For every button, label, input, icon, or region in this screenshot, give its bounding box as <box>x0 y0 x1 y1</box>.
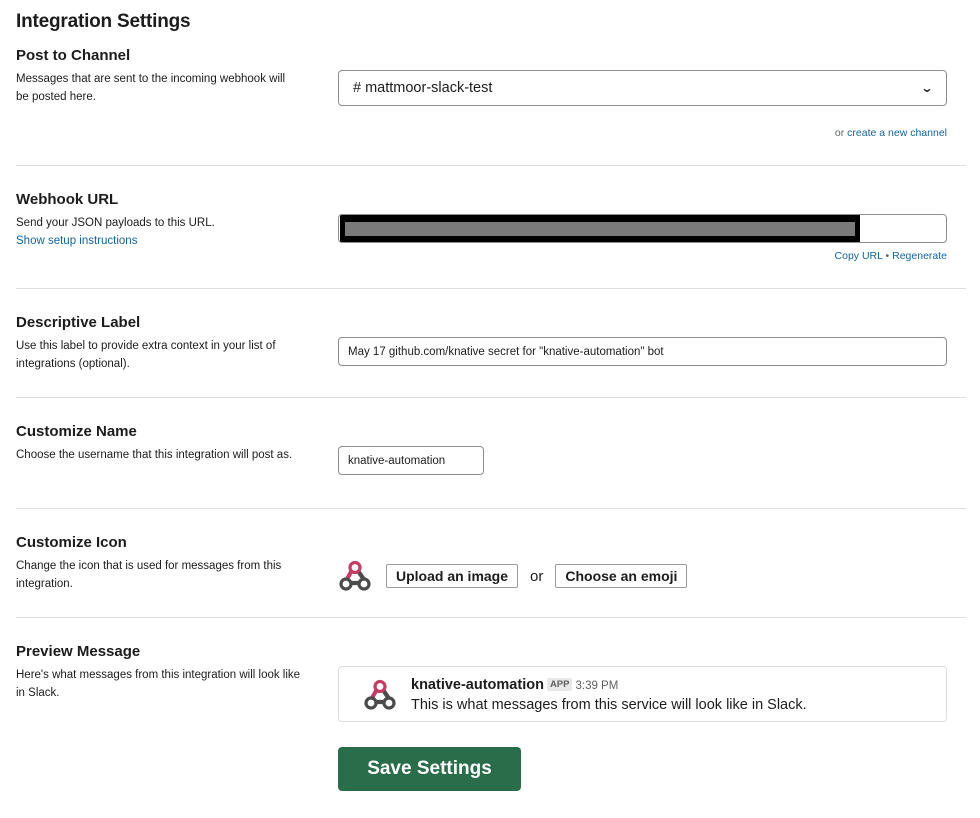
divider <box>16 508 966 509</box>
create-channel-line: or create a new channel <box>338 127 947 139</box>
page-title: Integration Settings <box>16 11 191 32</box>
webhook-url-field[interactable] <box>338 214 947 243</box>
webhook-icon <box>338 559 372 593</box>
webhook-icon <box>363 678 397 712</box>
preview-message-section: Preview Message Here's what messages fro… <box>16 643 966 733</box>
app-badge: APP <box>546 678 573 691</box>
descriptive-label-input[interactable]: May 17 github.com/knative secret for "kn… <box>338 337 947 366</box>
preview-message-label-col: Preview Message Here's what messages fro… <box>16 643 306 702</box>
post-to-channel-controls: # mattmoor-slack-test ⌄ or create a new … <box>338 70 947 139</box>
divider <box>16 165 966 166</box>
descriptive-label-controls: May 17 github.com/knative secret for "kn… <box>338 337 947 366</box>
post-to-channel-title: Post to Channel <box>16 47 131 64</box>
upload-image-button[interactable]: Upload an image <box>386 564 519 588</box>
customize-icon-controls: Upload an image or Choose an emoji <box>338 559 688 593</box>
save-settings-button[interactable]: Save Settings <box>338 747 521 791</box>
webhook-url-actions: Copy URL • Regenerate <box>338 250 947 262</box>
descriptive-label-description: Use this label to provide extra context … <box>16 340 276 370</box>
preview-message-controls: knative-automation APP 3:39 PM This is wha… <box>338 666 947 722</box>
create-channel-link[interactable]: create a new channel <box>847 127 947 139</box>
post-to-channel-label-col: Post to Channel Messages that are sent t… <box>16 47 306 106</box>
chevron-down-icon[interactable]: ⌄ <box>920 81 933 95</box>
divider <box>16 288 966 289</box>
post-to-channel-section: Post to Channel Messages that are sent t… <box>16 47 966 147</box>
webhook-url-section: Webhook URL Send your JSON payloads to t… <box>16 191 966 271</box>
copy-url-link[interactable]: Copy URL <box>835 250 883 262</box>
username-input[interactable]: knative-automation <box>338 446 484 475</box>
redacted-url-inner <box>345 222 855 236</box>
or-text: or <box>530 567 544 585</box>
customize-name-label-col: Customize Name Choose the username that … <box>16 423 306 464</box>
customize-name-controls: knative-automation <box>338 446 484 475</box>
descriptive-label-title: Descriptive Label <box>16 314 141 331</box>
redacted-url-block <box>340 215 860 242</box>
preview-timestamp: 3:39 PM <box>575 680 619 692</box>
preview-sender-line: knative-automation APP 3:39 PM <box>411 677 618 693</box>
webhook-url-description: Send your JSON payloads to this URL. <box>16 217 215 229</box>
preview-message-text: This is what messages from this service … <box>411 697 807 713</box>
descriptive-label-label-col: Descriptive Label Use this label to prov… <box>16 314 306 373</box>
customize-name-title: Customize Name <box>16 423 137 440</box>
descriptive-label-section: Descriptive Label Use this label to prov… <box>16 314 966 384</box>
channel-select[interactable]: # mattmoor-slack-test ⌄ <box>338 70 947 106</box>
customize-icon-title: Customize Icon <box>16 534 127 551</box>
bullet-separator: • <box>885 250 890 262</box>
customize-icon-section: Customize Icon Change the icon that is u… <box>16 534 966 604</box>
webhook-url-controls: Copy URL • Regenerate <box>338 214 947 262</box>
setup-instructions-link[interactable]: Show setup instructions <box>16 232 306 250</box>
webhook-url-title: Webhook URL <box>16 191 119 208</box>
message-preview: knative-automation APP 3:39 PM This is wha… <box>338 666 947 722</box>
regenerate-link[interactable]: Regenerate <box>892 250 947 262</box>
preview-message-description: Here's what messages from this integrati… <box>16 669 301 699</box>
preview-sender-name: knative-automation <box>411 677 544 693</box>
channel-select-value: # mattmoor-slack-test <box>353 80 493 96</box>
post-to-channel-description: Messages that are sent to the incoming w… <box>16 73 286 103</box>
customize-name-description: Choose the username that this integratio… <box>16 449 293 461</box>
choose-emoji-button[interactable]: Choose an emoji <box>555 564 688 588</box>
divider <box>16 617 966 618</box>
divider <box>16 397 966 398</box>
or-text: or <box>834 127 845 139</box>
webhook-url-label-col: Webhook URL Send your JSON payloads to t… <box>16 191 306 250</box>
customize-name-section: Customize Name Choose the username that … <box>16 423 966 493</box>
customize-icon-description: Change the icon that is used for message… <box>16 560 282 590</box>
preview-message-title: Preview Message <box>16 643 141 660</box>
customize-icon-label-col: Customize Icon Change the icon that is u… <box>16 534 306 593</box>
